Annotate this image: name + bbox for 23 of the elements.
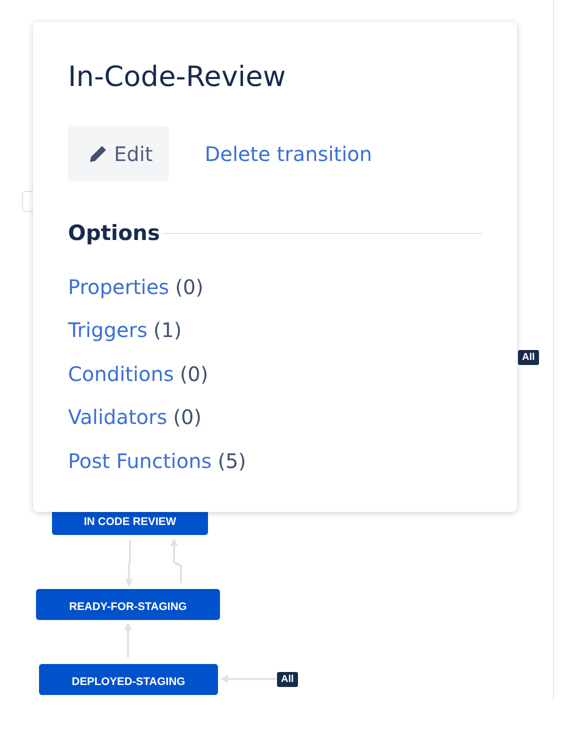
- transition-arrow: [220, 675, 276, 683]
- option-link[interactable]: Properties: [68, 274, 170, 299]
- pencil-icon: [88, 144, 108, 164]
- all-badge[interactable]: All: [518, 350, 539, 365]
- options-heading: Options: [68, 221, 160, 245]
- transition-arrow: [124, 622, 132, 658]
- option-link[interactable]: Validators: [68, 405, 168, 430]
- transition-arrow: [170, 538, 182, 583]
- option-count: (0): [173, 405, 202, 430]
- option-count: (0): [175, 274, 204, 299]
- all-badge[interactable]: All: [277, 672, 298, 687]
- delete-transition-link[interactable]: Delete transition: [204, 142, 372, 166]
- edit-button[interactable]: Edit: [68, 126, 169, 181]
- option-link[interactable]: Triggers: [68, 318, 148, 342]
- option-link[interactable]: Post Functions: [68, 448, 212, 473]
- dialog-title: In-Code-Review: [68, 59, 287, 95]
- option-count: (0): [180, 362, 208, 386]
- option-link[interactable]: Conditions: [68, 362, 174, 386]
- option-count: (5): [218, 448, 246, 473]
- status-node[interactable]: DEPLOYED-STAGING: [39, 664, 218, 695]
- option-count: (1): [153, 318, 182, 342]
- status-node[interactable]: READY-FOR-STAGING: [36, 589, 220, 620]
- transition-arrow: [125, 540, 133, 587]
